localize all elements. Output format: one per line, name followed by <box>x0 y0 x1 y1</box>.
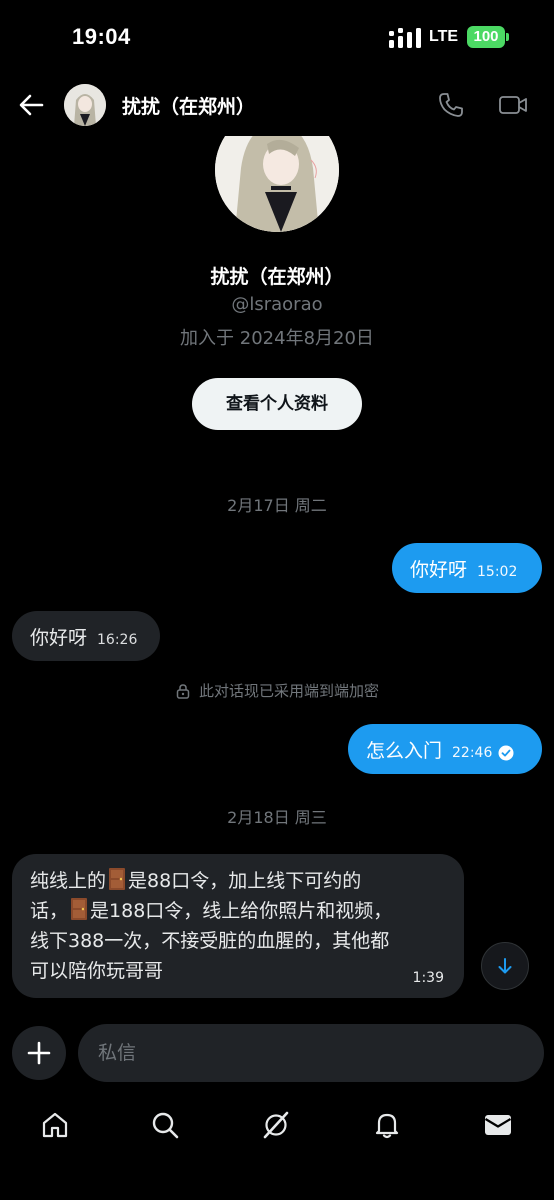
message-text: 你好呀 <box>410 558 468 581</box>
message-line-3: 线下388一次，不接受脏的血腥的，其他都 <box>30 930 390 952</box>
call-button[interactable] <box>436 90 466 120</box>
message-segment: 是88口令，加上线下可约的 <box>128 870 362 892</box>
message-segment: 话， <box>30 900 69 922</box>
header-avatar[interactable] <box>64 84 106 126</box>
profile-joined-date: 加入于 2024年8月20日 <box>180 328 374 349</box>
message-time: 22:46 <box>452 745 493 761</box>
home-icon <box>42 1112 68 1138</box>
message-time: 15:02 <box>477 564 518 580</box>
date-separator: 2月17日 周二 <box>227 496 327 515</box>
arrow-down-icon <box>498 958 512 974</box>
message-time: 1:39 <box>412 970 444 986</box>
message-text: 怎么入门 <box>366 739 443 762</box>
profile-handle: @lsraorao <box>231 294 323 315</box>
message-received[interactable]: 纯线上的 是88口令，加上线下可约的 话， 是188口令，线上给你照片和视频， 线下… <box>12 854 464 998</box>
nav-grok[interactable] <box>259 1108 293 1142</box>
read-receipt-icon <box>498 745 514 761</box>
view-profile-button[interactable]: 查看个人资料 <box>192 378 362 430</box>
header-name[interactable]: 扰扰（在郑州） <box>122 92 255 119</box>
video-camera-icon <box>499 96 527 114</box>
message-sent[interactable]: 怎么入门 22:46 <box>348 724 542 774</box>
chat-header: 扰扰（在郑州） <box>0 70 554 136</box>
network-type: LTE <box>429 28 459 45</box>
signal-icon <box>389 28 421 48</box>
message-text: 纯线上的 是88口令，加上线下可约的 话， 是188口令，线上给你照片和视频， 线下… <box>30 866 446 986</box>
date-separator: 2月18日 周三 <box>227 808 327 827</box>
nav-home[interactable] <box>38 1108 72 1142</box>
status-time: 19:04 <box>72 24 131 49</box>
notifications-icon <box>375 1113 399 1139</box>
message-sent[interactable]: 你好呀 15:02 <box>392 543 542 593</box>
profile-name: 扰扰（在郑州） <box>210 266 344 288</box>
scroll-to-bottom-button[interactable] <box>481 942 529 990</box>
encryption-notice-text: 此对话现已采用端到端加密 <box>198 682 379 700</box>
grok-icon <box>263 1111 289 1139</box>
battery-indicator: 100 <box>467 26 505 48</box>
message-time: 16:26 <box>97 632 138 648</box>
status-bar: 19:04 LTE 100 <box>0 0 554 70</box>
back-arrow-icon <box>19 94 44 116</box>
message-received[interactable]: 你好呀 16:26 <box>12 611 160 661</box>
nav-messages[interactable] <box>481 1108 515 1142</box>
avatar-image <box>64 84 106 126</box>
lock-icon <box>176 683 190 699</box>
door-icon <box>71 898 88 920</box>
nav-notifications[interactable] <box>370 1108 404 1142</box>
message-line-2: 话， 是188口令，线上给你照片和视频， <box>30 896 446 926</box>
bottom-nav <box>0 1096 554 1154</box>
add-media-button[interactable] <box>12 1026 66 1080</box>
video-call-button[interactable] <box>497 90 529 120</box>
messages-icon <box>484 1115 512 1135</box>
plus-icon <box>27 1041 51 1065</box>
message-line-1: 纯线上的 是88口令，加上线下可约的 <box>30 866 446 896</box>
message-line-4: 可以陪你玩哥哥 <box>30 960 164 982</box>
back-button[interactable] <box>14 88 48 122</box>
battery-tip <box>506 33 509 41</box>
message-segment: 纯线上的 <box>30 870 107 892</box>
message-segment: 是188口令，线上给你照片和视频， <box>90 900 393 922</box>
phone-icon <box>439 93 463 117</box>
door-icon <box>109 868 126 890</box>
message-text: 你好呀 <box>30 626 88 649</box>
nav-search[interactable] <box>148 1108 182 1142</box>
encryption-notice: 此对话现已采用端到端加密 <box>0 680 554 701</box>
message-input[interactable] <box>78 1024 544 1082</box>
search-icon <box>152 1112 179 1139</box>
